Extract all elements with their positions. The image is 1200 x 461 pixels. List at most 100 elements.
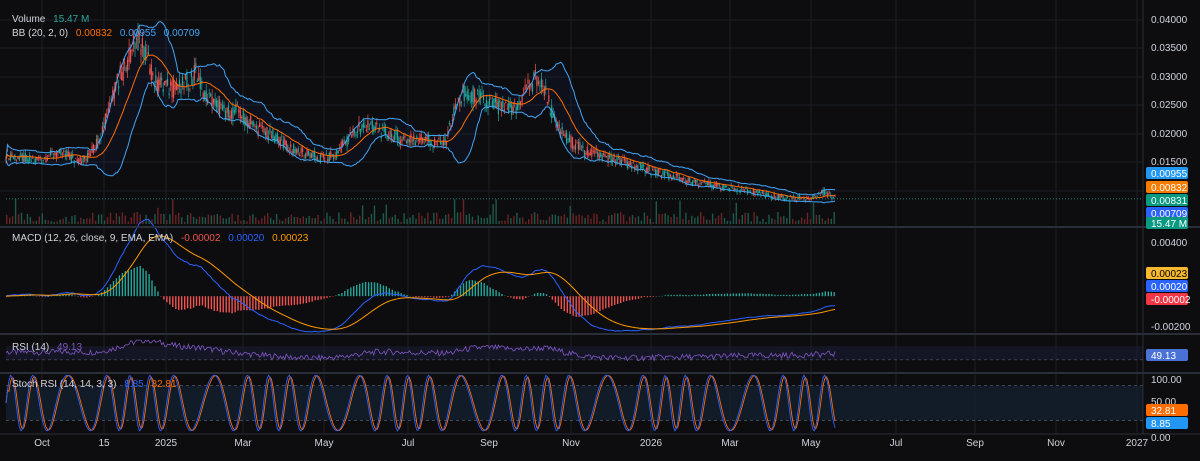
volume-bar xyxy=(189,213,192,224)
macd-hist-bar xyxy=(471,280,474,297)
candle-body xyxy=(490,98,492,100)
candle-body xyxy=(300,148,302,153)
macd-hist-bar xyxy=(738,293,740,297)
candle-body xyxy=(254,126,256,128)
legend-stoch-rsi[interactable]: Stoch RSI (14, 14, 3, 3) 8.85 32.81 xyxy=(12,379,177,390)
candle-body xyxy=(18,157,20,161)
pane-separator[interactable] xyxy=(0,226,1200,228)
stoch-axis-label: 0.00 xyxy=(1151,433,1171,444)
time-axis-label: 2027 xyxy=(1126,438,1149,449)
volume-bar xyxy=(738,219,740,224)
macd-hist-bar xyxy=(326,296,328,298)
volume-bar xyxy=(68,221,70,224)
tag-bb-upper[interactable]: 0.00955 xyxy=(1146,167,1188,180)
macd-hist-bar xyxy=(726,293,729,297)
macd-hist-bar xyxy=(296,296,299,305)
macd-hist-bar xyxy=(786,294,788,297)
volume-bar xyxy=(394,214,396,224)
tag-macd-signal[interactable]: 0.00023 xyxy=(1146,267,1188,280)
candle-body xyxy=(638,163,640,165)
tag-rsi[interactable]: 49.13 xyxy=(1146,349,1188,362)
legend-bb[interactable]: BB (20, 2, 0) 0.00832 0.00955 0.00709 xyxy=(12,28,200,39)
macd-hist-bar xyxy=(703,294,705,297)
candle-body xyxy=(684,181,686,183)
candle-body xyxy=(755,190,757,193)
macd-hist-bar xyxy=(827,291,829,297)
macd-hist-bar xyxy=(492,289,494,297)
macd-hist-bar xyxy=(741,293,743,297)
candle-body xyxy=(589,152,591,156)
candle-body xyxy=(227,105,230,117)
trading-chart[interactable]: 0.04000 0.03500 0.03000 0.02500 0.02000 0.015… xyxy=(0,0,1200,461)
tag-stoch-d[interactable]: 32.81 xyxy=(1146,404,1188,417)
volume-bar xyxy=(121,212,124,224)
candle-body xyxy=(54,152,56,156)
candle-body xyxy=(161,78,163,81)
legend-macd[interactable]: MACD (12, 26, close, 9, EMA, EMA) -0.000… xyxy=(12,233,309,244)
macd-hist-bar xyxy=(753,293,755,297)
stoch-axis-label: 100.00 xyxy=(1151,375,1182,386)
volume-bar xyxy=(430,220,432,224)
tag-last-price[interactable]: 0.00831 xyxy=(1146,194,1188,207)
volume-bar xyxy=(827,218,829,224)
macd-hist-bar xyxy=(765,294,767,297)
volume-bar xyxy=(258,220,260,224)
volume-bar xyxy=(634,217,637,224)
macd-hist-bar xyxy=(783,294,785,297)
volume-bar xyxy=(192,216,195,224)
macd-hist-bar xyxy=(694,294,696,297)
candle-body xyxy=(666,172,668,175)
volume-bar xyxy=(700,212,702,224)
macd-hist-bar xyxy=(353,286,355,297)
macd-hist-bar xyxy=(483,283,485,297)
macd-hist-bar xyxy=(145,270,147,297)
candle-body xyxy=(834,196,836,197)
candle-body xyxy=(373,126,375,133)
volume-bar xyxy=(447,213,450,224)
candle-body xyxy=(256,125,258,129)
volume-bar xyxy=(127,221,129,224)
volume-bar xyxy=(65,216,67,224)
volume-bar xyxy=(504,220,506,224)
pane-separator[interactable] xyxy=(0,372,1200,374)
tag-volume[interactable]: 15.47 M xyxy=(1146,217,1188,230)
volume-bar xyxy=(480,217,482,224)
candle-body xyxy=(45,155,47,163)
volume-bar xyxy=(477,215,479,224)
legend-rsi[interactable]: RSI (14) 49.13 xyxy=(12,342,82,353)
macd-hist-bar xyxy=(367,282,370,297)
tag-macd-hist[interactable]: -0.00002 xyxy=(1146,293,1191,306)
pane-separator[interactable] xyxy=(0,333,1200,335)
candle-body xyxy=(223,104,225,109)
macd-hist-bar xyxy=(631,296,634,300)
macd-hist-bar xyxy=(792,294,794,297)
tag-bb-basis[interactable]: 0.00832 xyxy=(1146,181,1188,194)
macd-hist-bar xyxy=(756,293,758,297)
candle-body xyxy=(118,85,120,89)
candle-body xyxy=(779,195,781,198)
candle-body xyxy=(88,149,90,156)
volume-bar xyxy=(507,214,509,224)
candle-body xyxy=(69,152,71,160)
candle-body xyxy=(726,185,728,187)
volume-bar xyxy=(53,221,55,224)
candle-body xyxy=(297,148,299,153)
volume-bar xyxy=(643,212,646,224)
macd-hist-bar xyxy=(175,296,177,309)
macd-hist-bar xyxy=(510,296,512,298)
candle-body xyxy=(122,66,124,81)
volume-bar xyxy=(676,217,678,224)
tag-macd[interactable]: 0.00020 xyxy=(1146,280,1188,293)
volume-bar xyxy=(631,215,634,224)
macd-hist-bar xyxy=(222,296,224,313)
volume-bar xyxy=(602,219,604,224)
macd-hist-bar xyxy=(198,296,201,306)
candle-body xyxy=(491,100,493,107)
candle-body xyxy=(724,186,726,187)
candle-body xyxy=(663,171,666,176)
macd-hist-bar xyxy=(605,296,607,309)
tag-stoch-k[interactable]: 8.85 xyxy=(1146,417,1188,430)
candle-body xyxy=(484,103,486,106)
volume-bar xyxy=(646,215,649,224)
volume-bar xyxy=(281,220,284,224)
